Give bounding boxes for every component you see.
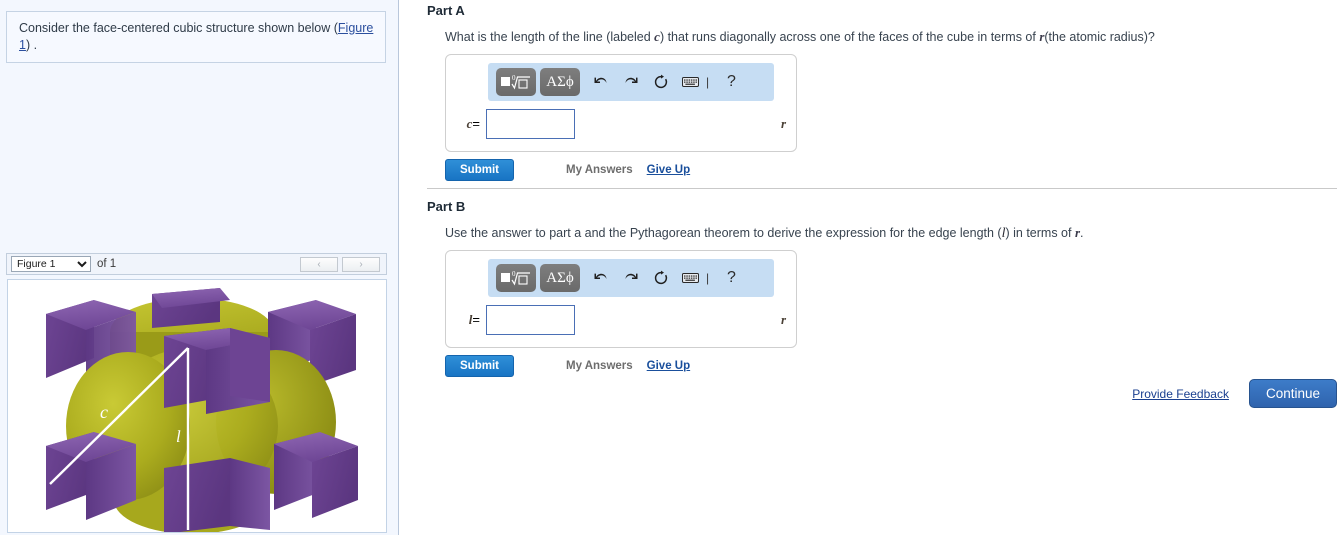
text-cursor-icon: | bbox=[705, 75, 710, 89]
keyboard-icon[interactable] bbox=[682, 72, 699, 92]
part-a-submit-button[interactable]: Submit bbox=[445, 159, 514, 181]
greek-symbol-button[interactable]: ΑΣϕ bbox=[540, 264, 580, 292]
redo-icon[interactable] bbox=[622, 72, 639, 92]
reset-icon[interactable] bbox=[652, 72, 669, 92]
text-cursor-icon: | bbox=[705, 271, 710, 285]
part-b-answer-box: 0 ΑΣϕ | ? l= r bbox=[445, 250, 797, 348]
part-a-action-row: Submit My Answers Give Up bbox=[445, 159, 1337, 181]
part-b-heading: Part B bbox=[427, 199, 466, 214]
part-a-answer-box: 0 ΑΣϕ | ? c= r bbox=[445, 54, 797, 152]
part-a-my-answers-label: My Answers bbox=[565, 164, 633, 176]
part-b-unit-label: r bbox=[780, 312, 786, 327]
part-a-unit-label: r bbox=[780, 116, 786, 131]
part-a-heading: Part A bbox=[427, 3, 465, 18]
part-a-section: Part A What is the length of the line (l… bbox=[427, 3, 1337, 181]
figure-label-c: c bbox=[100, 402, 108, 422]
svg-text:0: 0 bbox=[512, 270, 516, 278]
part-b-equals: = bbox=[472, 312, 480, 327]
help-icon[interactable]: ? bbox=[723, 268, 740, 288]
provide-feedback-link[interactable]: Provide Feedback bbox=[1132, 387, 1229, 401]
part-b-prompt-2: ) in terms of bbox=[1005, 226, 1075, 240]
keyboard-icon[interactable] bbox=[682, 268, 699, 288]
math-template-button[interactable]: 0 bbox=[496, 68, 536, 96]
fcc-structure-illustration: c l bbox=[8, 280, 386, 532]
figure-count-label: of 1 bbox=[97, 258, 117, 270]
part-a-toolbar-icons: | ? bbox=[592, 72, 740, 92]
reset-icon[interactable] bbox=[652, 268, 669, 288]
part-b-prompt-1: Use the answer to part a and the Pythago… bbox=[445, 226, 1002, 240]
part-b-my-answers-label: My Answers bbox=[565, 360, 633, 372]
left-figure-panel: Consider the face-centered cubic structu… bbox=[0, 0, 399, 535]
part-b-prompt-3: . bbox=[1080, 226, 1084, 240]
page-root: Consider the face-centered cubic structu… bbox=[0, 0, 1341, 535]
figure-navigation-bar: Figure 1 of 1 ‹ › bbox=[6, 253, 387, 275]
part-a-prompt: What is the length of the line (labeled … bbox=[445, 28, 1337, 46]
figure-image-frame[interactable]: c l bbox=[7, 279, 387, 533]
figure-select[interactable]: Figure 1 bbox=[11, 256, 91, 272]
help-icon[interactable]: ? bbox=[723, 72, 740, 92]
part-a-input-row: c= r bbox=[456, 109, 786, 139]
part-b-answer-label: l= bbox=[456, 312, 486, 328]
greek-symbol-button[interactable]: ΑΣϕ bbox=[540, 68, 580, 96]
part-a-equals: = bbox=[472, 116, 480, 131]
svg-text:0: 0 bbox=[512, 74, 516, 82]
part-a-prompt-2: ) that runs diagonally across one of the… bbox=[659, 30, 1040, 44]
intro-text: Consider the face-centered cubic structu… bbox=[19, 20, 375, 54]
sqrt-template-icon: 0 bbox=[501, 74, 530, 90]
figure-label-l: l bbox=[176, 427, 181, 446]
part-b-give-up-link[interactable]: Give Up bbox=[647, 360, 690, 372]
part-separator bbox=[427, 188, 1337, 189]
figure-next-button[interactable]: › bbox=[342, 256, 380, 272]
part-a-prompt-1: What is the length of the line (labeled bbox=[445, 30, 655, 44]
undo-icon[interactable] bbox=[592, 268, 609, 288]
right-question-panel: Part A What is the length of the line (l… bbox=[400, 0, 1341, 535]
part-b-submit-button[interactable]: Submit bbox=[445, 355, 514, 377]
intro-problem-box: Consider the face-centered cubic structu… bbox=[6, 11, 386, 63]
part-a-answer-input[interactable] bbox=[486, 109, 575, 139]
part-b-prompt: Use the answer to part a and the Pythago… bbox=[445, 224, 1337, 242]
part-a-give-up-link[interactable]: Give Up bbox=[647, 164, 690, 176]
part-a-answer-label: c= bbox=[456, 116, 486, 132]
footer-actions: Provide Feedback Continue bbox=[1132, 379, 1337, 408]
redo-icon[interactable] bbox=[622, 268, 639, 288]
part-b-input-row: l= r bbox=[456, 305, 786, 335]
continue-button[interactable]: Continue bbox=[1248, 379, 1337, 408]
sqrt-template-icon: 0 bbox=[501, 270, 530, 286]
part-b-action-row: Submit My Answers Give Up bbox=[445, 355, 1337, 377]
intro-text-after: ) . bbox=[25, 38, 38, 52]
part-a-prompt-3: (the atomic radius)? bbox=[1044, 30, 1155, 44]
math-template-button[interactable]: 0 bbox=[496, 264, 536, 292]
undo-icon[interactable] bbox=[592, 72, 609, 92]
figure-prev-button[interactable]: ‹ bbox=[300, 256, 338, 272]
part-a-toolbar: 0 ΑΣϕ | ? bbox=[488, 63, 774, 101]
part-b-answer-input[interactable] bbox=[486, 305, 575, 335]
part-b-section: Part B Use the answer to part a and the … bbox=[427, 199, 1337, 377]
figure-arrow-group: ‹ › bbox=[300, 256, 382, 272]
part-b-toolbar-icons: | ? bbox=[592, 268, 740, 288]
intro-text-before: Consider the face-centered cubic structu… bbox=[19, 21, 338, 35]
part-b-toolbar: 0 ΑΣϕ | ? bbox=[488, 259, 774, 297]
